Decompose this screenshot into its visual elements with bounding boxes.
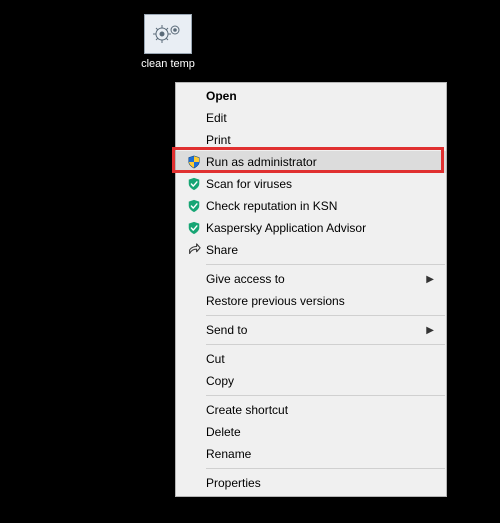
menu-item-copy[interactable]: Copy (176, 370, 446, 392)
menu-item-label: Send to (206, 324, 424, 336)
uac-shield-icon (182, 155, 206, 169)
menu-item-label: Give access to (206, 273, 424, 285)
menu-item-kaspersky-advisor[interactable]: Kaspersky Application Advisor (176, 217, 446, 239)
menu-item-open[interactable]: Open (176, 85, 446, 107)
kaspersky-shield-icon (182, 221, 206, 235)
menu-item-run-admin[interactable]: Run as administrator (176, 151, 446, 173)
menu-item-label: Properties (206, 477, 434, 489)
submenu-arrow-icon: ▶ (424, 274, 434, 285)
menu-item-label: Delete (206, 426, 434, 438)
menu-separator (206, 395, 445, 396)
menu-separator (206, 264, 445, 265)
menu-item-label: Share (206, 244, 434, 256)
menu-item-edit[interactable]: Edit (176, 107, 446, 129)
menu-item-label: Edit (206, 112, 434, 124)
menu-separator (206, 344, 445, 345)
menu-item-send-to[interactable]: Send to▶ (176, 319, 446, 341)
menu-item-cut[interactable]: Cut (176, 348, 446, 370)
menu-item-label: Print (206, 134, 434, 146)
menu-item-label: Rename (206, 448, 434, 460)
menu-item-label: Create shortcut (206, 404, 434, 416)
desktop[interactable]: clean temp Open Edit Print Run as administr… (0, 0, 500, 523)
context-menu: Open Edit Print Run as administrator Scan fo… (175, 82, 447, 497)
menu-item-label: Kaspersky Application Advisor (206, 222, 434, 234)
menu-item-properties[interactable]: Properties (176, 472, 446, 494)
desktop-icon-label: clean temp (135, 58, 201, 71)
menu-item-label: Copy (206, 375, 434, 387)
menu-item-label: Cut (206, 353, 434, 365)
menu-item-share[interactable]: Share (176, 239, 446, 261)
kaspersky-shield-icon (182, 199, 206, 213)
menu-item-create-shortcut[interactable]: Create shortcut (176, 399, 446, 421)
kaspersky-shield-icon (182, 177, 206, 191)
batch-file-gears-icon (144, 14, 192, 54)
menu-item-label: Open (206, 90, 434, 102)
desktop-icon-clean-temp[interactable]: clean temp (135, 14, 201, 71)
menu-item-give-access[interactable]: Give access to▶ (176, 268, 446, 290)
share-icon (182, 243, 206, 257)
menu-item-restore-prev[interactable]: Restore previous versions (176, 290, 446, 312)
menu-item-print[interactable]: Print (176, 129, 446, 151)
menu-item-label: Restore previous versions (206, 295, 434, 307)
menu-separator (206, 468, 445, 469)
menu-item-rename[interactable]: Rename (176, 443, 446, 465)
menu-item-label: Run as administrator (206, 156, 434, 168)
menu-item-label: Scan for viruses (206, 178, 434, 190)
menu-item-check-ksn[interactable]: Check reputation in KSN (176, 195, 446, 217)
submenu-arrow-icon: ▶ (424, 325, 434, 336)
menu-item-scan-viruses[interactable]: Scan for viruses (176, 173, 446, 195)
menu-separator (206, 315, 445, 316)
menu-item-delete[interactable]: Delete (176, 421, 446, 443)
menu-item-label: Check reputation in KSN (206, 200, 434, 212)
